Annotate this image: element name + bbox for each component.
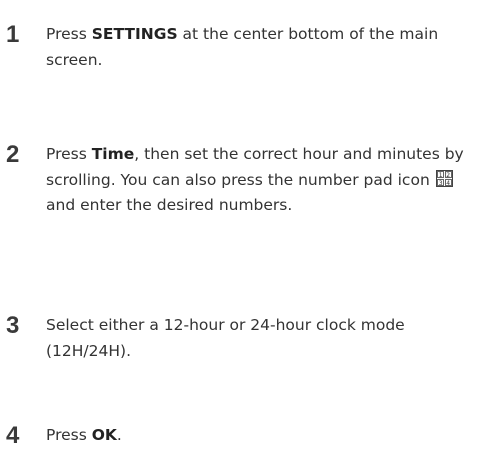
number-pad-digit: 4 (444, 178, 452, 187)
step-number: 3 (6, 312, 20, 339)
step-text: Press Time, then set the correct hour an… (46, 142, 476, 219)
step-number: 4 (6, 422, 20, 449)
number-pad-digit: 1 (437, 171, 445, 179)
number-pad-icon: 1234 (435, 169, 453, 187)
step-text-pre: Press (46, 145, 92, 163)
step-text-pre: Press (46, 25, 92, 43)
number-pad-digit: 3 (437, 178, 445, 187)
number-pad-digit: 2 (444, 171, 452, 179)
step-number: 2 (6, 141, 20, 168)
step-text: Select either a 12-hour or 24-hour clock… (46, 316, 405, 360)
time-keyword: Time (91, 145, 135, 163)
step-text: Press SETTINGS at the center bottom of t… (46, 22, 476, 73)
step-text: Press OK. (46, 423, 476, 449)
step-number: 1 (6, 21, 20, 48)
settings-keyword: SETTINGS (91, 25, 178, 43)
step-text-post: . (116, 426, 122, 444)
ok-keyword: OK (91, 426, 117, 444)
step-text-post2: and enter the desired numbers. (46, 196, 293, 214)
step-text-pre: Press (46, 426, 92, 444)
